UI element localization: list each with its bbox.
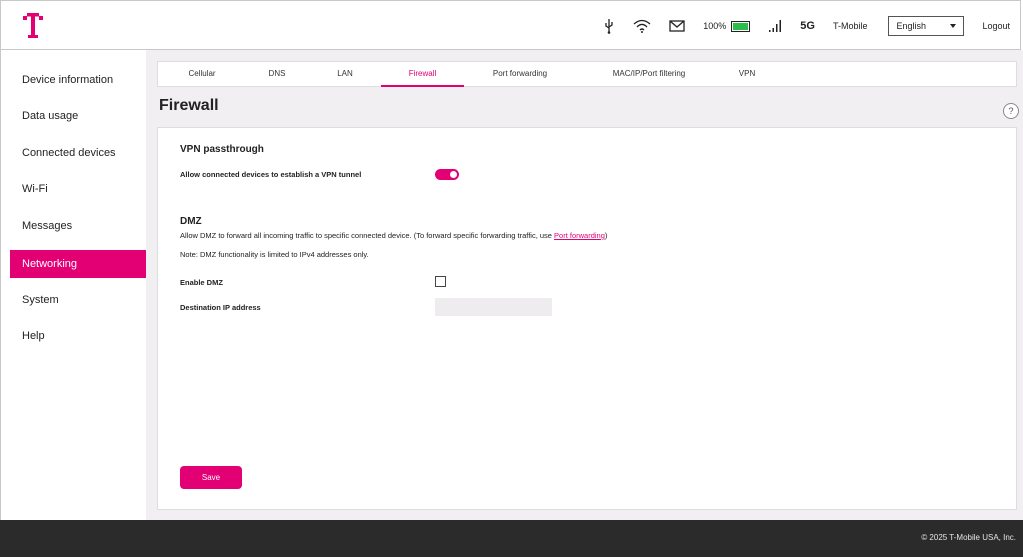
vpn-passthrough-toggle[interactable] bbox=[435, 169, 459, 180]
tab-firewall[interactable]: Firewall bbox=[381, 62, 464, 87]
messages-envelope-icon[interactable] bbox=[669, 20, 685, 32]
sidebar-item-connected-devices[interactable]: Connected devices bbox=[10, 139, 162, 167]
language-selected-value: English bbox=[896, 21, 926, 31]
t-mobile-logo-icon[interactable] bbox=[23, 13, 43, 39]
battery-icon bbox=[731, 20, 751, 32]
usb-icon bbox=[603, 18, 615, 34]
enable-dmz-label: Enable DMZ bbox=[180, 278, 223, 287]
language-select[interactable]: English bbox=[888, 16, 965, 36]
battery-percent: 100% bbox=[703, 21, 727, 31]
dmz-description-text: Allow DMZ to forward all incoming traffi… bbox=[180, 231, 555, 240]
sidebar-item-data-usage[interactable]: Data usage bbox=[10, 102, 162, 130]
sidebar-item-system[interactable]: System bbox=[10, 286, 162, 314]
tab-port-forwarding[interactable]: Port forwarding bbox=[482, 62, 558, 87]
vpn-passthrough-heading: VPN passthrough bbox=[180, 144, 264, 155]
network-type: 5G bbox=[800, 20, 815, 32]
carrier-name: T-Mobile bbox=[832, 21, 868, 31]
sidebar-item-messages[interactable]: Messages bbox=[10, 212, 162, 240]
signal-strength-icon bbox=[768, 20, 782, 32]
sidebar-item-wifi[interactable]: Wi-Fi bbox=[10, 175, 162, 203]
toggle-knob bbox=[450, 171, 457, 178]
tab-mac-ip-port-filtering[interactable]: MAC/IP/Port filtering bbox=[595, 62, 703, 87]
port-forwarding-link[interactable]: Port forwarding bbox=[554, 231, 605, 240]
dmz-heading: DMZ bbox=[180, 216, 202, 227]
save-button[interactable]: Save bbox=[180, 466, 242, 489]
status-bar: 100% 5G T-Mobile English Logout bbox=[594, 1, 1020, 51]
footer: © 2025 T-Mobile USA, Inc. bbox=[0, 520, 1023, 557]
dmz-description-end: ) bbox=[604, 231, 608, 240]
tab-cellular[interactable]: Cellular bbox=[180, 62, 224, 87]
vpn-allow-label: Allow connected devices to establish a V… bbox=[180, 170, 362, 179]
logout-link[interactable]: Logout bbox=[982, 21, 1010, 31]
tab-dns[interactable]: DNS bbox=[262, 62, 292, 87]
sidebar-item-device-information[interactable]: Device information bbox=[10, 66, 162, 94]
dmz-note: Note: DMZ functionality is limited to IP… bbox=[180, 250, 369, 259]
wifi-icon bbox=[633, 19, 651, 33]
help-button[interactable]: ? bbox=[1003, 103, 1019, 119]
sidebar-item-networking[interactable]: Networking bbox=[10, 250, 162, 278]
tab-vpn[interactable]: VPN bbox=[732, 62, 762, 87]
sidebar: Device information Data usage Connected … bbox=[0, 50, 162, 520]
enable-dmz-checkbox[interactable] bbox=[435, 276, 446, 287]
page-title: Firewall bbox=[159, 97, 219, 114]
tab-lan[interactable]: LAN bbox=[330, 62, 360, 87]
top-bar: 100% 5G T-Mobile English Logout bbox=[0, 0, 1021, 50]
sidebar-item-help[interactable]: Help bbox=[10, 322, 162, 350]
copyright-text: © 2025 T-Mobile USA, Inc. bbox=[921, 533, 1016, 542]
firewall-settings-card bbox=[157, 127, 1017, 510]
destination-ip-label: Destination IP address bbox=[180, 303, 261, 312]
chevron-down-icon bbox=[950, 24, 957, 28]
battery-fill bbox=[733, 22, 749, 30]
networking-tabs: Cellular DNS LAN Firewall Port forwardin… bbox=[157, 61, 1017, 87]
dmz-description: Allow DMZ to forward all incoming traffi… bbox=[180, 231, 607, 240]
destination-ip-input[interactable] bbox=[435, 298, 552, 316]
battery-status: 100% bbox=[703, 20, 751, 32]
